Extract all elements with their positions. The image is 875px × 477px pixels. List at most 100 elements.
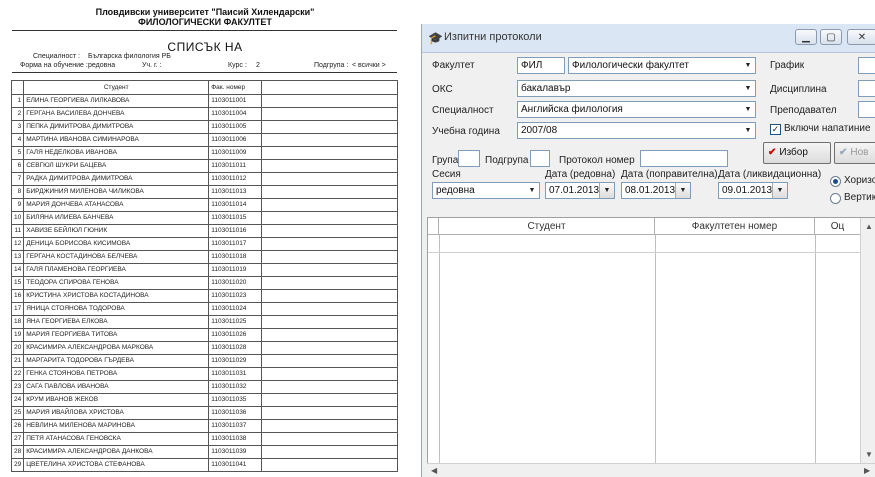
faculty-number: 1103011006 <box>208 133 263 147</box>
year-select-value: 2007/08 <box>521 125 558 136</box>
col-fac-no: Фак. номер <box>208 80 263 95</box>
student-name: ХАВИЗЕ БЕЙЛЮЛ ГЮНИК <box>23 224 210 238</box>
row-number: 12 <box>10 237 25 251</box>
extra-cell <box>261 341 399 355</box>
row-number: 14 <box>10 263 25 277</box>
table-row: 9 МАРИЯ ДОНЧЕВА АТАНАСОВА 1103011014 <box>10 198 399 212</box>
student-name: РАДКА ДИМИТРОВА ДИМИТРОВА <box>23 172 210 186</box>
student-rows: 1 ЕЛИНА ГЕОРГИЕВА ЛИЛКАВОВА 1103011001 2 ГЕР… <box>10 94 399 472</box>
student-name: БИЛЯНА ИЛИЕВА БАНЧЕВА <box>23 211 210 225</box>
faculty-number: 1103011041 <box>208 458 263 472</box>
session-select[interactable]: редовна ▼ <box>432 182 540 199</box>
subgroup-label: Подгрупа : <box>314 62 349 69</box>
close-button[interactable]: ✕ <box>847 29 875 45</box>
checkmark-icon: ✔ <box>768 147 777 158</box>
student-name: КРАСИМИРА АЛЕКСАНДРОВА МАРКОВА <box>23 341 210 355</box>
teacher-field[interactable] <box>858 101 875 118</box>
student-name: КРУМ ИВАНОВ ЖЕКОВ <box>23 393 210 407</box>
radio-vertical[interactable] <box>830 193 841 204</box>
faculty-number: 1103011012 <box>208 172 263 186</box>
grid-row-header <box>428 218 439 235</box>
student-table: Студент Фак. номер 1 ЕЛИНА ГЕОРГИЕВА ЛИЛК… <box>10 80 399 472</box>
vertical-scrollbar[interactable]: ▲ ▼ <box>860 218 875 464</box>
minimize-button[interactable]: ▁ <box>795 29 817 45</box>
row-number: 4 <box>10 133 25 147</box>
extra-cell <box>261 432 399 446</box>
chevron-down-icon: ▼ <box>741 81 755 96</box>
year-label: Уч. г. : <box>142 62 162 69</box>
protocol-number-field[interactable] <box>640 150 728 167</box>
calendar-dropdown-icon[interactable]: ▼ <box>772 183 787 198</box>
row-number: 15 <box>10 276 25 290</box>
date-liquidation-picker[interactable]: 09.01.2013 ▼ <box>718 182 788 199</box>
extra-cell <box>261 458 399 472</box>
discipline-field[interactable] <box>858 80 875 97</box>
student-name: МАРИЯ ГЕОРГИЕВА ТИТОВА <box>23 328 210 342</box>
table-row: 19 МАРИЯ ГЕОРГИЕВА ТИТОВА 1103011026 <box>10 328 399 342</box>
student-name: ЦВЕТЕЛИНА ХРИСТОВА СТЕФАНОВА <box>23 458 210 472</box>
chevron-down-icon: ▼ <box>741 102 755 117</box>
grid-col-student[interactable]: Студент <box>439 218 655 235</box>
student-name: ГЕРГАНА КОСТАДИНОВА БЕЛЧЕВА <box>23 250 210 264</box>
scroll-down-icon[interactable]: ▼ <box>865 450 873 459</box>
row-number: 16 <box>10 289 25 303</box>
row-number: 8 <box>10 185 25 199</box>
extra-cell <box>261 146 399 160</box>
row-number: 3 <box>10 120 25 134</box>
date-correction-label: Дата (поправителна) <box>621 169 718 180</box>
group-field[interactable] <box>458 150 480 167</box>
include-checkbox[interactable]: ✓ <box>770 124 781 135</box>
horizontal-scrollbar[interactable]: ◀ ▶ <box>427 463 875 477</box>
faculty-number: 1103011032 <box>208 380 263 394</box>
faculty-select[interactable]: Филологически факултет ▼ <box>568 57 756 74</box>
grid-col-fac-no[interactable]: Факултетен номер <box>655 218 815 235</box>
oks-select[interactable]: бакалавър ▼ <box>517 80 756 97</box>
checkmark-icon: ✔ <box>839 147 848 158</box>
grid-col-grade[interactable]: Оц <box>815 218 861 235</box>
graduation-cap-icon: 🎓 <box>428 31 443 45</box>
student-name: ЯНИЦА СТОЯНОВА ТОДОРОВА <box>23 302 210 316</box>
oks-label: ОКС <box>432 84 453 95</box>
schedule-label: График <box>770 60 805 71</box>
faculty-number: 1103011038 <box>208 432 263 446</box>
protocol-grid[interactable]: Студент Факултетен номер Оц ▲ ▼ <box>427 217 875 464</box>
student-name: МАРГАРИТА ТОДОРОВА ГЪРДЕВА <box>23 354 210 368</box>
scroll-left-icon[interactable]: ◀ <box>431 466 437 475</box>
maximize-button[interactable]: ▢ <box>820 29 842 45</box>
radio-horizontal[interactable] <box>830 176 841 187</box>
scroll-up-icon[interactable]: ▲ <box>865 222 873 231</box>
discipline-label: Дисциплина <box>770 84 827 95</box>
table-row: 10 БИЛЯНА ИЛИЕВА БАНЧЕВА 1103011015 <box>10 211 399 225</box>
date-correction-value: 08.01.2013 <box>625 185 676 196</box>
subgroup-value: < всички > <box>352 62 386 69</box>
table-row: 28 КРАСИМИРА АЛЕКСАНДРОВА ДАНКОВА 11030110… <box>10 445 399 459</box>
student-name: ДЕНИЦА БОРИСОВА КИСИМОВА <box>23 237 210 251</box>
date-liquidation-label: Дата (ликвидационна) <box>718 169 822 180</box>
specialty-select[interactable]: Английска филология ▼ <box>517 101 756 118</box>
extra-cell <box>261 354 399 368</box>
calendar-dropdown-icon[interactable]: ▼ <box>599 183 614 198</box>
select-button[interactable]: ✔ Избор <box>763 142 831 164</box>
date-correction-picker[interactable]: 08.01.2013 ▼ <box>621 182 691 199</box>
select-button-label: Избор <box>779 147 808 158</box>
faculty-number: 1103011011 <box>208 159 263 173</box>
new-button[interactable]: ✔ Нов <box>834 142 875 164</box>
faculty-number: 1103011019 <box>208 263 263 277</box>
year-select[interactable]: 2007/08 ▼ <box>517 122 756 139</box>
schedule-field[interactable] <box>858 57 875 74</box>
row-number: 22 <box>10 367 25 381</box>
faculty-code-field[interactable]: ФИЛ <box>517 57 565 74</box>
faculty-number: 1103011009 <box>208 146 263 160</box>
meta-divider <box>12 72 397 73</box>
date-regular-picker[interactable]: 07.01.2013 ▼ <box>545 182 615 199</box>
extra-cell <box>261 237 399 251</box>
table-row: 14 ГАЛЯ ПЛАМЕНОВА ГЕОРГИЕВА 1103011019 <box>10 263 399 277</box>
course-label: Курс : <box>228 62 247 69</box>
oks-select-value: бакалавър <box>521 83 571 94</box>
calendar-dropdown-icon[interactable]: ▼ <box>675 183 690 198</box>
row-number: 20 <box>10 341 25 355</box>
subgroup-field[interactable] <box>530 150 550 167</box>
row-number: 6 <box>10 159 25 173</box>
scroll-right-icon[interactable]: ▶ <box>864 466 870 475</box>
table-row: 15 ТЕОДОРА СПИРОВА ГЕНОВА 1103011020 <box>10 276 399 290</box>
